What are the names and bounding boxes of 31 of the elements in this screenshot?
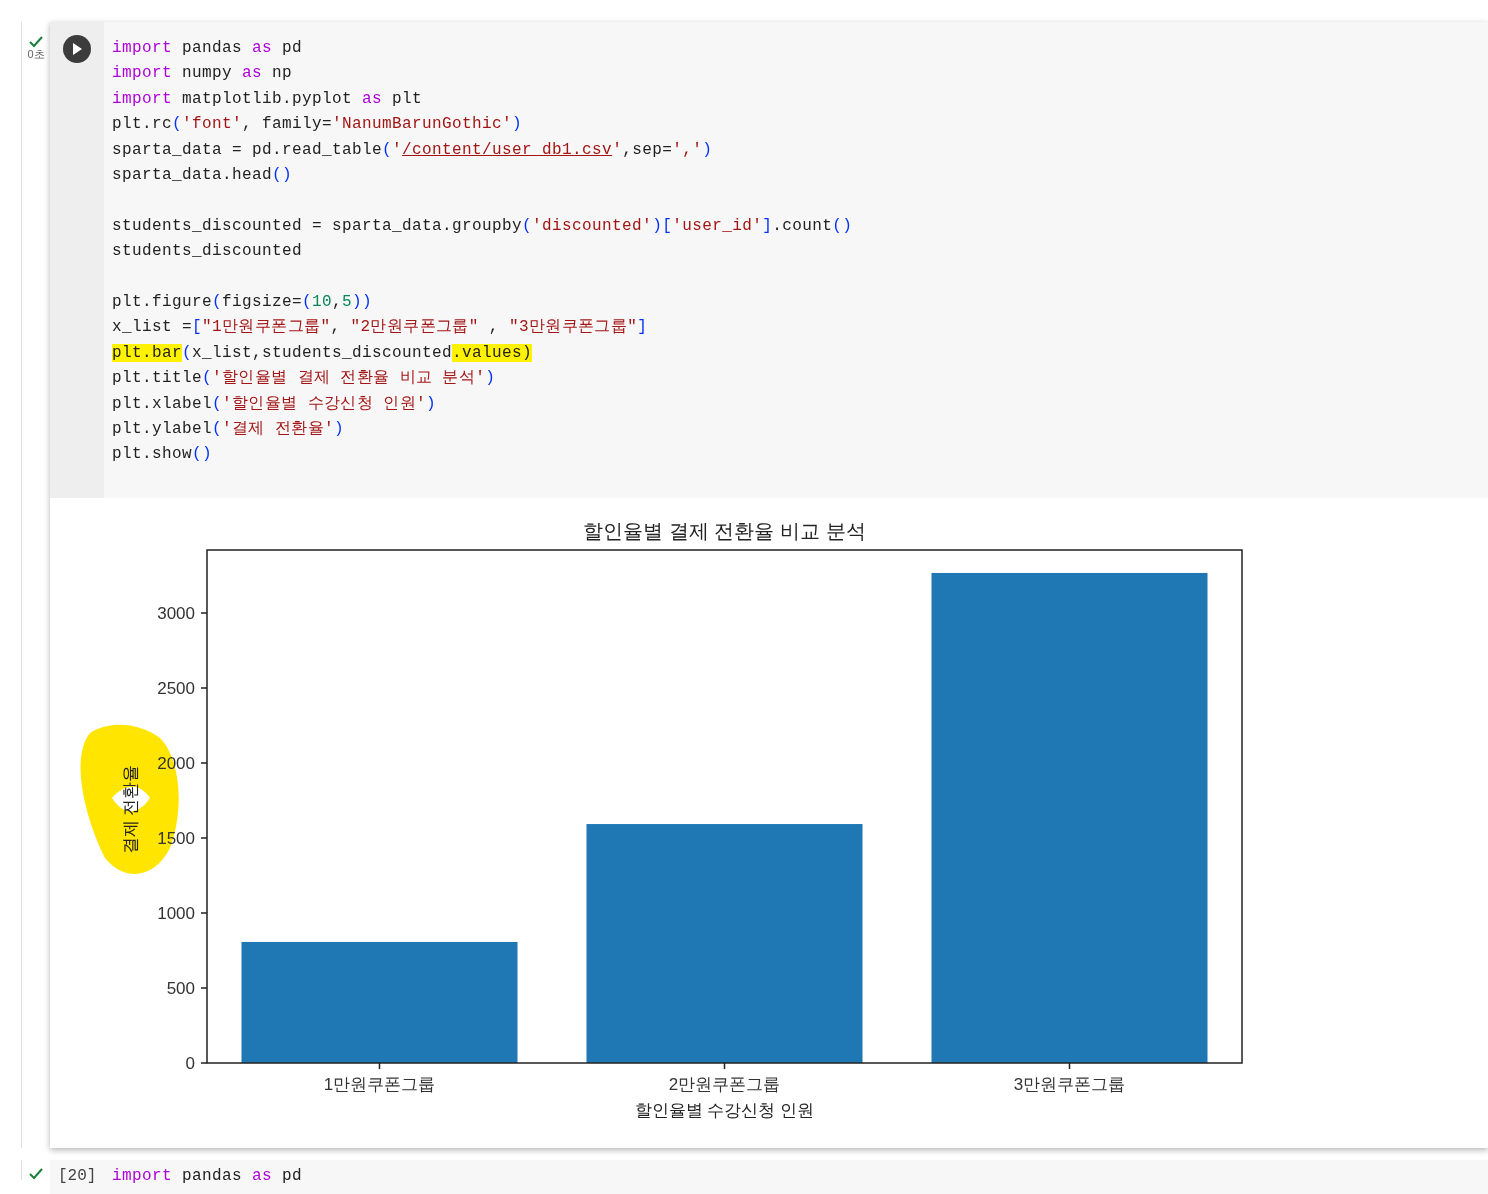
code-line: import matplotlib.pyplot as plt — [112, 88, 424, 110]
code-line: plt.xlabel('할인율별 수강신청 인원') — [112, 393, 438, 415]
code-line: import numpy as np — [112, 63, 294, 85]
code-line: import pandas as pd — [112, 1165, 303, 1187]
code-line: plt.rc('font', family='NanumBarunGothic') — [112, 114, 524, 136]
code-line: plt.title('할인율별 결제 전환율 비교 분석') — [112, 368, 497, 390]
y-tick-label: 2500 — [157, 678, 195, 698]
code-line: plt.figure(figsize=(10,5)) — [112, 292, 374, 314]
code-line: sparta_data.head() — [112, 165, 294, 187]
x-tick-label: 2만원쿠폰그룹 — [668, 1074, 781, 1094]
run-button[interactable] — [63, 35, 91, 63]
code-line: x_list =["1만원쿠폰그룹", "2만원쿠폰그룹" , "3만원쿠폰그룹"] — [112, 317, 649, 339]
y-tick-label: 500 — [166, 978, 195, 998]
x-axis-label: 할인율별 수강신청 인원 — [634, 1100, 815, 1120]
y-tick-label: 1000 — [157, 903, 195, 923]
y-tick-label: 3000 — [157, 603, 195, 623]
code-line: import pandas as pd — [112, 38, 304, 59]
y-axis-label: 결제 전환율 — [121, 764, 140, 855]
code-line: plt.bar(x_list,students_discounted.values) — [112, 342, 534, 364]
play-icon — [72, 43, 82, 55]
execution-count: [20] — [57, 1165, 98, 1187]
code-line: students_discounted — [112, 241, 304, 263]
code-line: students_discounted = sparta_data.groupby('discounted')['user_id'].count() — [112, 215, 853, 237]
code-line: plt.show() — [112, 444, 214, 466]
x-tick-label: 1만원쿠폰그룹 — [323, 1074, 436, 1094]
code-line: plt.ylabel('결제 전환율') — [112, 419, 346, 441]
chart-title: 할인율별 결제 전환율 비교 분석 — [583, 519, 866, 542]
y-tick-label: 0 — [185, 1053, 195, 1073]
execution-time: 0초 — [27, 49, 45, 60]
code-line: sparta_data = pd.read_table('/content/user_db1.csv',sep=',') — [112, 139, 714, 161]
x-tick-label: 3만원쿠폰그룹 — [1013, 1074, 1126, 1094]
